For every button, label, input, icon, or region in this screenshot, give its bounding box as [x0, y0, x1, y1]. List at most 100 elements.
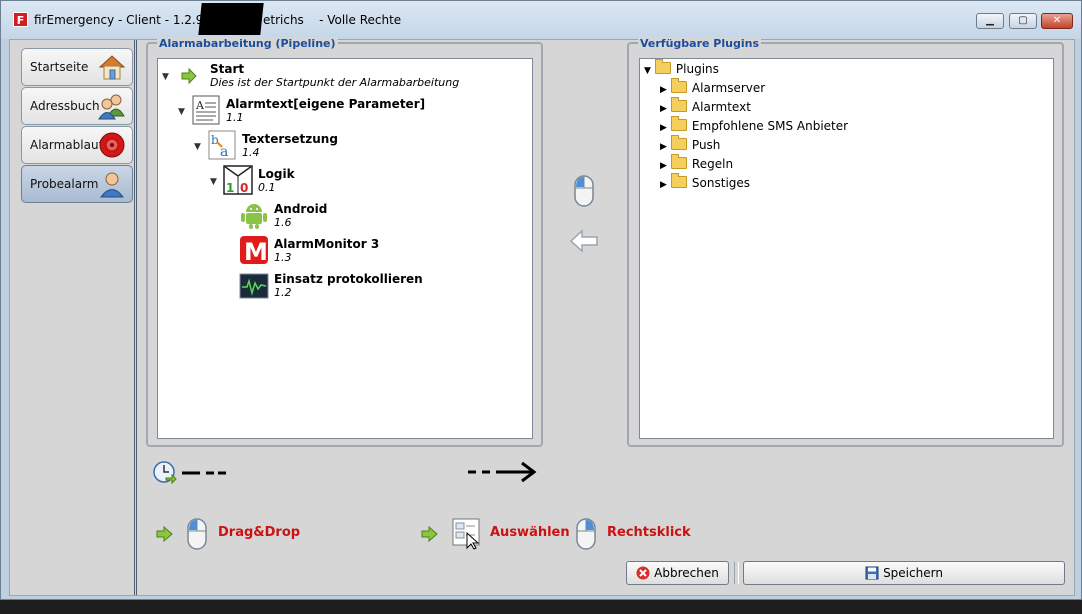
title-bar: F firEmergency - Client - 1.2.9.6 - etri… [1, 1, 1081, 39]
sidebar-item-alarmablauf[interactable]: Alarmablauf [21, 126, 133, 164]
plugins-tree[interactable]: ▼ Plugins ▶ Alarmserver ▶ Alarmtext ▶ Empfoh… [639, 58, 1054, 439]
pipeline-panel-title: Alarmabarbeitung (Pipeline) [157, 37, 338, 50]
android-icon [241, 204, 267, 229]
collapse-arrow-icon[interactable]: ▼ [162, 72, 169, 82]
pipeline-node-start[interactable]: Start Dies ist der Startpunkt der Alarma… [210, 62, 459, 89]
collapse-arrow-icon[interactable]: ▼ [210, 177, 217, 187]
redaction-mark [198, 3, 264, 35]
save-button-label: Speichern [883, 566, 943, 580]
plugin-folder[interactable]: ▶ Alarmserver [660, 78, 766, 95]
move-left-arrow-icon[interactable] [569, 229, 599, 253]
start-arrow-icon [181, 67, 197, 85]
node-sub: 1.2 [274, 286, 292, 299]
node-sub: 0.1 [258, 181, 276, 194]
sidebar-item-probealarm[interactable]: Probealarm [21, 165, 133, 203]
expand-arrow-icon[interactable]: ▶ [660, 123, 667, 133]
node-name: Logik [258, 167, 295, 181]
collapse-arrow-icon[interactable]: ▼ [178, 107, 185, 117]
legend-drag-drop: Drag&Drop [218, 525, 301, 540]
plugin-folder-label: Alarmtext [691, 100, 751, 114]
folder-icon [670, 78, 687, 93]
dashed-arrow-icon [468, 461, 537, 483]
sidebar: Startseite Adressbuch Alarmablauf Probea… [10, 40, 137, 595]
pipeline-node-einsatz-protokollieren[interactable]: Einsatz protokollieren 1.2 [274, 272, 423, 299]
plugins-root-label: Plugins [675, 62, 719, 76]
plugin-folder[interactable]: ▶ Empfohlene SMS Anbieter [660, 116, 849, 133]
pipeline-node-alarmmonitor[interactable]: AlarmMonitor 3 1.3 [274, 237, 379, 264]
expand-arrow-icon[interactable]: ▶ [660, 180, 667, 190]
save-button[interactable]: Speichern [743, 561, 1065, 585]
plugin-folder[interactable]: ▶ Sonstiges [660, 173, 751, 190]
collapse-arrow-icon[interactable]: ▼ [194, 142, 201, 152]
minimize-button[interactable]: ▁ [976, 13, 1004, 29]
contacts-icon [98, 94, 125, 120]
maximize-icon: ▢ [1018, 15, 1028, 26]
user-icon [100, 172, 124, 198]
node-name: Alarmtext[eigene Parameter] [226, 97, 426, 111]
node-name: Einsatz protokollieren [274, 272, 423, 286]
minimize-icon: ▁ [986, 15, 994, 26]
legend-right-click: Rechtsklick [607, 525, 691, 540]
svg-text:A: A [195, 99, 205, 112]
sidebar-item-label: Adressbuch [30, 99, 100, 113]
legend-select: Auswählen [490, 525, 570, 540]
close-button[interactable]: ✕ [1041, 13, 1073, 29]
plugins-panel-title: Verfügbare Plugins [638, 37, 761, 50]
expand-arrow-icon[interactable]: ▶ [660, 104, 667, 114]
green-arrow-icon [421, 526, 438, 542]
svg-text:b: b [211, 133, 219, 147]
sidebar-item-adressbuch[interactable]: Adressbuch [21, 87, 133, 125]
folder-icon [670, 154, 687, 169]
node-name: Start [210, 62, 245, 76]
clock-dash-icon [153, 461, 226, 485]
plugin-folder-label: Alarmserver [691, 81, 766, 95]
plugin-folder-label: Empfohlene SMS Anbieter [691, 119, 849, 133]
node-name: AlarmMonitor 3 [274, 237, 380, 251]
app-window: F firEmergency - Client - 1.2.9.6 - etri… [0, 0, 1082, 600]
pipeline-node-logik[interactable]: Logik 0.1 [258, 167, 295, 194]
plugin-folder[interactable]: ▶ Regeln [660, 154, 734, 171]
folder-icon [670, 173, 687, 188]
plugin-folder-label: Sonstiges [691, 176, 751, 190]
plugin-folder[interactable]: ▶ Alarmtext [660, 97, 751, 114]
pipeline-node-android[interactable]: Android 1.6 [274, 202, 327, 229]
sidebar-item-startseite[interactable]: Startseite [21, 48, 133, 86]
node-sub: Dies ist der Startpunkt der Alarmabarbei… [210, 76, 460, 89]
close-icon: ✕ [1052, 15, 1062, 26]
node-name: Android [274, 202, 328, 216]
mouse-icon [574, 175, 594, 207]
select-dialog-icon [452, 518, 480, 550]
button-separator [734, 562, 739, 584]
expand-arrow-icon[interactable]: ▶ [660, 85, 667, 95]
cancel-icon [636, 566, 650, 580]
text-replace-icon: b a [208, 130, 236, 160]
alarmmonitor-icon: M [240, 236, 268, 265]
node-sub: 1.1 [226, 111, 244, 124]
collapse-arrow-icon[interactable]: ▼ [644, 66, 651, 76]
pipeline-node-textersetzung[interactable]: Textersetzung 1.4 [242, 132, 338, 159]
maximize-button[interactable]: ▢ [1009, 13, 1037, 29]
logic-digit-zero: 0 [240, 181, 248, 195]
sidebar-item-label: Alarmablauf [30, 138, 103, 152]
window-title-suffix: etrichs - Volle Rechte [263, 13, 402, 27]
plugins-panel: Verfügbare Plugins ▼ Plugins ▶ Alarmserver… [627, 37, 1064, 447]
folder-open-icon [654, 59, 671, 74]
logic-icon: 1 0 [223, 165, 253, 195]
cancel-button[interactable]: Abbrechen [626, 561, 729, 585]
save-icon [865, 566, 879, 580]
pipeline-tree[interactable]: ▼ Start Dies ist der Startpunkt der Alar… [157, 58, 533, 439]
expand-arrow-icon[interactable]: ▶ [660, 142, 667, 152]
alarm-bell-icon [99, 132, 125, 158]
node-sub: 1.6 [274, 216, 292, 229]
sidebar-item-label: Probealarm [30, 177, 99, 191]
folder-icon [670, 135, 687, 150]
plugin-folder-label: Regeln [691, 157, 734, 171]
app-icon: F [13, 12, 28, 27]
expand-arrow-icon[interactable]: ▶ [660, 161, 667, 171]
house-icon [98, 55, 126, 80]
node-sub: 1.4 [242, 146, 260, 159]
plugins-root[interactable]: ▼ Plugins [644, 59, 719, 76]
plugin-folder[interactable]: ▶ Push [660, 135, 720, 152]
pipeline-node-alarmtext[interactable]: Alarmtext[eigene Parameter] 1.1 [226, 97, 425, 124]
log-monitor-icon [239, 273, 269, 299]
